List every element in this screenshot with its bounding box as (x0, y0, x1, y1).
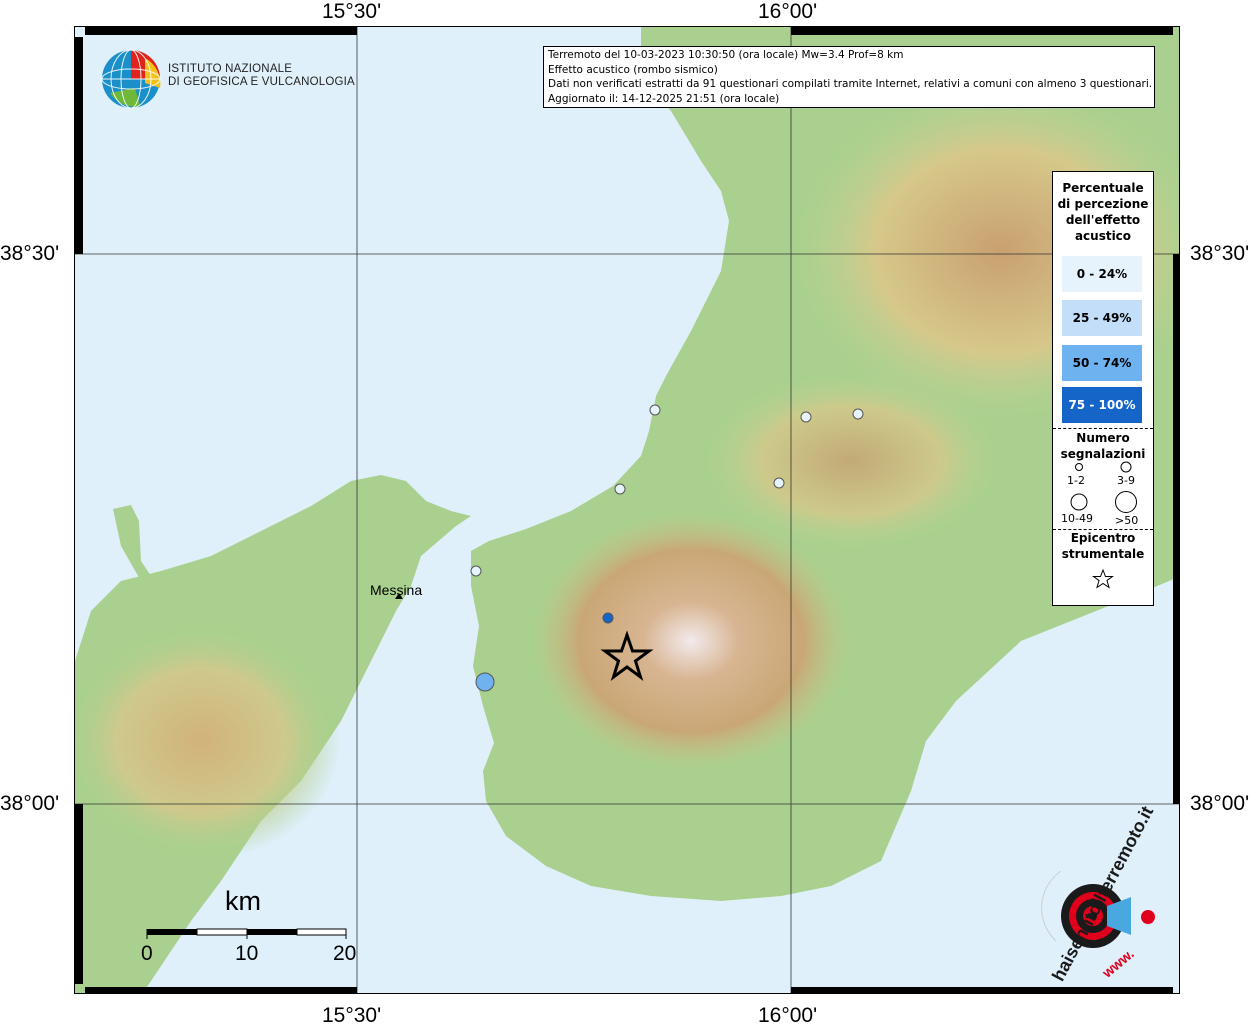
event-info-box: Terremoto del 10-03-2023 10:30:50 (ora l… (543, 46, 1155, 108)
top-lon-label-1: 15°30' (322, 0, 382, 23)
legend-class-1: 25 - 49% (1062, 300, 1142, 336)
left-lat-label-2: 38°00' (0, 792, 60, 815)
scale-unit: km (225, 886, 261, 916)
event-title: Terremoto del 10-03-2023 10:30:50 (ora l… (548, 49, 904, 61)
place-label-messina: Messina (370, 582, 423, 598)
event-source-note: Dati non verificati estratti da 91 quest… (548, 78, 1153, 90)
legend-title-line: acustico (1074, 229, 1132, 243)
obs-point[interactable] (470, 565, 482, 577)
legend-title-line: dell'effetto (1065, 213, 1141, 227)
count-title-line: Numero (1076, 431, 1130, 445)
obs-point[interactable] (475, 672, 495, 692)
institute-name: ISTITUTO NAZIONALE DI GEOFISICA E VULCAN… (168, 63, 355, 89)
legend-star-icon (1092, 568, 1114, 589)
ingv-globe-icon (100, 48, 162, 114)
ridge-relief (701, 371, 1001, 551)
event-effect: Effetto acustico (rombo sismico) (548, 63, 718, 76)
event-updated: Aggiornato il: 14-12-2025 21:51 (ora loc… (548, 92, 780, 105)
bottom-lon-label-2: 16°00' (758, 1004, 818, 1027)
scale-tick-20: 20 (333, 942, 357, 965)
count-label-3: 10-49 (1061, 512, 1093, 525)
obs-point[interactable] (800, 411, 812, 423)
epicenter-title-line: strumentale (1061, 547, 1145, 561)
right-lat-label-2: 38°00' (1190, 792, 1250, 815)
count-label-2: 3-9 (1117, 474, 1135, 487)
legend-divider (1053, 428, 1153, 429)
epicenter-title-line: Epicentro (1070, 531, 1136, 545)
legend-class-2: 50 - 74% (1062, 345, 1142, 381)
obs-point[interactable] (852, 408, 864, 420)
legend-panel: Percentuale di percezione dell'effetto a… (1052, 171, 1154, 606)
top-lon-label-2: 16°00' (758, 0, 818, 23)
bottom-lon-label-1: 15°30' (322, 1004, 382, 1027)
institute-name-line1: ISTITUTO NAZIONALE (168, 63, 293, 75)
legend-title: Percentuale di percezione dell'effetto a… (1053, 180, 1153, 244)
obs-point[interactable] (602, 612, 614, 624)
obs-point[interactable] (773, 477, 785, 489)
map-frame[interactable] (74, 26, 1180, 994)
scale-tick-10: 10 (235, 942, 259, 965)
legend-title-line: Percentuale (1062, 181, 1144, 195)
scale-tick-0: 0 (141, 942, 153, 965)
obs-point[interactable] (614, 483, 626, 495)
count-label-1: 1-2 (1067, 474, 1085, 487)
map-canvas[interactable] (75, 27, 1180, 994)
legend-class-0: 0 - 24% (1062, 256, 1142, 292)
right-lat-label-1: 38°30' (1190, 242, 1250, 265)
epicenter-title: Epicentro strumentale (1053, 530, 1153, 562)
aspromonte-relief (531, 511, 851, 771)
left-lat-label-1: 38°30' (0, 242, 60, 265)
legend-title-line: di percezione (1057, 197, 1149, 211)
legend-class-3: 75 - 100% (1062, 387, 1142, 423)
count-label-4: >50 (1115, 514, 1139, 527)
institute-name-line2: DI GEOFISICA E VULCANOLOGIA (168, 76, 355, 88)
obs-point[interactable] (649, 404, 661, 416)
